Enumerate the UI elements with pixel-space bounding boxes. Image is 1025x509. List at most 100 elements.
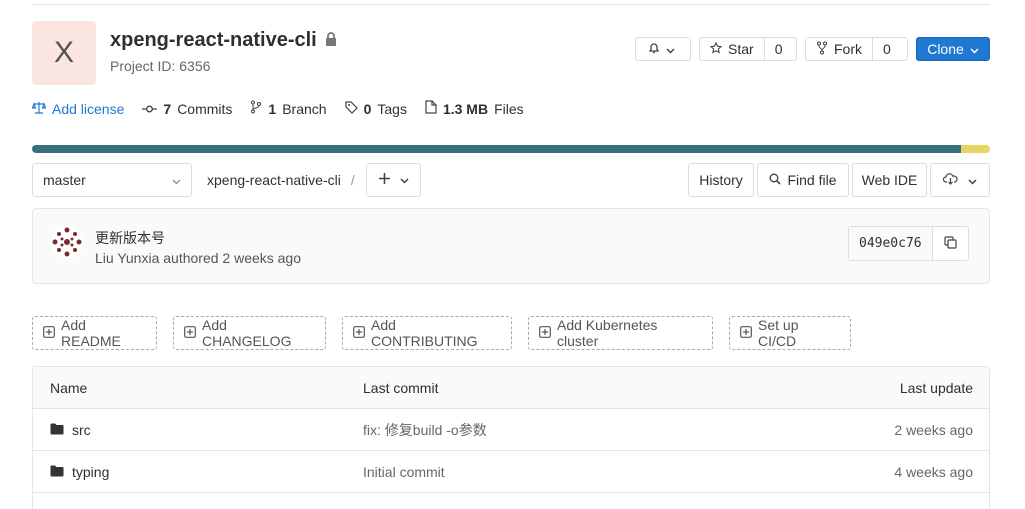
project-title: xpeng-react-native-cli [110, 29, 337, 52]
star-label: Star [728, 41, 754, 57]
files-size: 1.3 MB [442, 100, 489, 117]
copy-icon [944, 235, 957, 252]
breadcrumb: xpeng-react-native-cli / [207, 172, 355, 188]
branches-link[interactable]: 1 Branch [250, 100, 327, 117]
column-header-last-update: Last update [899, 379, 973, 396]
search-icon [769, 172, 782, 188]
plus-square-icon [43, 325, 55, 341]
add-changelog-label: Add CHANGELOG [202, 317, 292, 349]
language-segment-primary[interactable] [32, 145, 961, 153]
add-license-label: Add license [52, 100, 125, 117]
column-header-name: Name [50, 379, 88, 396]
scale-icon [31, 101, 47, 117]
commit-icon [142, 101, 158, 117]
plus-square-icon [353, 325, 365, 341]
tag-icon [344, 100, 358, 117]
branch-name: master [43, 172, 86, 188]
project-avatar-letter: X [53, 36, 74, 69]
commit-title[interactable]: 更新版本号 [95, 228, 165, 248]
star-count[interactable]: 0 [763, 38, 793, 60]
top-divider [32, 4, 990, 5]
author-avatar[interactable] [50, 225, 84, 259]
project-avatar: X [32, 21, 96, 85]
history-button[interactable]: History [688, 163, 754, 197]
fork-label: Fork [834, 41, 862, 57]
commits-label: Commits [177, 100, 233, 117]
tags-link[interactable]: 0 Tags [344, 100, 407, 117]
clone-button[interactable]: Clone [916, 37, 990, 61]
row-last-commit[interactable]: Initial commit [363, 464, 445, 480]
file-icon [425, 100, 437, 117]
chevron-down-icon [970, 41, 979, 57]
star-button-group: Star 0 [699, 37, 797, 61]
file-name-cell[interactable]: src [50, 422, 91, 438]
last-commit-panel: 更新版本号 Liu Yunxia authored 2 weeks ago 04… [32, 208, 990, 284]
add-readme-button[interactable]: Add README [32, 316, 157, 350]
tags-label: Tags [377, 100, 407, 117]
table-row[interactable]: typing Initial commit 4 weeks ago [33, 451, 989, 493]
add-contributing-label: Add CONTRIBUTING [371, 317, 478, 349]
project-stats: Add license 7 Commits 1 Branch 0 Tags 1.… [31, 100, 542, 117]
clone-label: Clone [927, 41, 964, 57]
download-dropdown[interactable] [930, 163, 990, 197]
find-file-button[interactable]: Find file [757, 163, 849, 197]
folder-icon [50, 422, 64, 438]
web-ide-label: Web IDE [861, 172, 918, 188]
plus-square-icon [184, 325, 196, 341]
row-last-update: 4 weeks ago [894, 463, 973, 480]
commits-link[interactable]: 7 Commits [142, 101, 232, 117]
file-name-cell[interactable]: typing [50, 464, 109, 480]
files-link[interactable]: 1.3 MB Files [425, 100, 524, 117]
fork-icon [816, 41, 828, 58]
plus-icon [378, 171, 390, 189]
web-ide-button[interactable]: Web IDE [852, 163, 927, 197]
plus-square-icon [539, 325, 551, 341]
fork-button[interactable]: Fork [806, 38, 872, 60]
breadcrumb-separator: / [350, 172, 355, 188]
commits-count: 7 [163, 100, 172, 117]
table-row[interactable]: src fix: 修复build -o参数 2 weeks ago [33, 409, 989, 451]
fork-button-group: Fork 0 [805, 37, 908, 61]
setup-cicd-button[interactable]: Set up CI/CD [729, 316, 851, 350]
branch-selector[interactable]: master [32, 163, 192, 197]
folder-icon [50, 464, 64, 480]
fork-count[interactable]: 0 [872, 38, 901, 60]
notification-dropdown[interactable] [635, 37, 691, 61]
cloud-download-icon [942, 172, 958, 188]
chevron-down-icon [666, 41, 675, 57]
branches-count: 1 [268, 100, 277, 117]
chevron-down-icon [399, 171, 409, 189]
star-button[interactable]: Star [700, 38, 764, 60]
breadcrumb-root[interactable]: xpeng-react-native-cli [207, 172, 341, 188]
add-kubernetes-label: Add Kubernetes cluster [557, 317, 658, 349]
add-license-link[interactable]: Add license [31, 100, 125, 117]
project-id: Project ID: 6356 [110, 58, 211, 74]
add-to-tree-dropdown[interactable] [366, 163, 421, 197]
chevron-down-icon [968, 172, 977, 188]
history-label: History [699, 172, 743, 188]
add-kubernetes-cluster-button[interactable]: Add Kubernetes cluster [528, 316, 713, 350]
row-last-update: 2 weeks ago [894, 421, 973, 438]
add-contributing-button[interactable]: Add CONTRIBUTING [342, 316, 512, 350]
column-header-last-commit: Last commit [363, 379, 439, 396]
plus-square-icon [740, 325, 752, 341]
repository-language-bar[interactable] [32, 145, 990, 153]
star-icon [709, 41, 723, 57]
lock-icon [325, 29, 337, 52]
commit-meta: Liu Yunxia authored 2 weeks ago [95, 250, 302, 266]
bell-icon [648, 41, 660, 57]
commit-sha-group: 049e0c76 [848, 226, 969, 261]
add-changelog-button[interactable]: Add CHANGELOG [173, 316, 326, 350]
chevron-down-icon [172, 172, 181, 188]
copy-sha-button[interactable] [931, 227, 968, 260]
commit-sha[interactable]: 049e0c76 [849, 227, 932, 260]
tags-count: 0 [363, 100, 372, 117]
file-tree-table: Name Last commit Last update src fix: 修复… [32, 366, 990, 509]
project-name[interactable]: xpeng-react-native-cli [110, 29, 317, 52]
file-name: typing [72, 463, 110, 480]
files-label: Files [494, 100, 524, 117]
find-file-label: Find file [787, 172, 837, 188]
add-readme-label: Add README [61, 317, 121, 349]
row-last-commit[interactable]: fix: 修复build -o参数 [363, 420, 487, 440]
language-segment-secondary[interactable] [961, 145, 990, 153]
